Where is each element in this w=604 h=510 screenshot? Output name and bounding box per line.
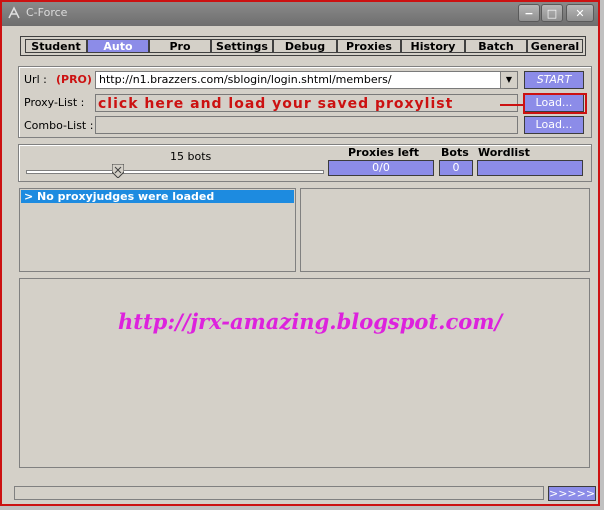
tab-pro[interactable]: Pro: [149, 39, 211, 53]
maximize-button[interactable]: □: [541, 4, 563, 22]
tab-general[interactable]: General: [527, 39, 583, 53]
bots-header: Bots: [441, 146, 469, 159]
tab-batch[interactable]: Batch: [465, 39, 527, 53]
proxies-left-value: 0/0: [328, 160, 434, 176]
minimize-button[interactable]: −: [518, 4, 540, 22]
list-item[interactable]: > No proxyjudges were loaded: [21, 190, 294, 203]
title-bar[interactable]: C-Force − □ ✕: [2, 2, 598, 26]
chevron-down-icon[interactable]: ▼: [500, 72, 517, 88]
tab-auto[interactable]: Auto: [87, 39, 149, 53]
hint-arrow-icon: [500, 104, 524, 106]
tab-proxies[interactable]: Proxies: [337, 39, 401, 53]
bots-count-label: 15 bots: [170, 150, 212, 163]
url-label: Url :: [24, 73, 47, 86]
tab-settings[interactable]: Settings: [211, 39, 273, 53]
close-icon: ✕: [575, 6, 585, 20]
pro-badge: (PRO): [56, 73, 92, 86]
proxyjudges-list[interactable]: > No proxyjudges were loaded: [19, 188, 296, 272]
bots-slider-track[interactable]: [26, 170, 324, 174]
window-title: C-Force: [26, 6, 68, 19]
tab-history[interactable]: History: [401, 39, 465, 53]
minimize-icon: −: [524, 6, 534, 20]
url-combobox[interactable]: http://n1.brazzers.com/sblogin/login.sht…: [95, 71, 518, 89]
tab-bar: Student Auto Pro Settings Debug Proxies …: [20, 36, 586, 56]
proxies-left-label: Proxies left: [348, 146, 420, 159]
status-bar: [14, 486, 544, 500]
tab-debug[interactable]: Debug: [273, 39, 337, 53]
tab-student[interactable]: Student: [25, 39, 87, 53]
load-combo-button[interactable]: Load...: [524, 116, 584, 134]
wordlist-progress-bar: [477, 160, 583, 176]
url-value: http://n1.brazzers.com/sblogin/login.sht…: [99, 73, 392, 86]
app-window: C-Force − □ ✕ Student Auto Pro Settings …: [0, 0, 600, 506]
combo-list-label: Combo-List :: [24, 119, 94, 132]
log-pane: [19, 278, 590, 468]
combo-list-field[interactable]: [95, 116, 518, 134]
more-button[interactable]: >>>>>: [548, 486, 596, 501]
load-highlight-box: [523, 93, 587, 114]
watermark-url: http://jrx-amazing.blogspot.com/: [118, 309, 503, 334]
start-button[interactable]: START: [524, 71, 584, 89]
proxy-list-label: Proxy-List :: [24, 96, 85, 109]
maximize-icon: □: [546, 6, 558, 20]
close-button[interactable]: ✕: [566, 4, 594, 22]
slider-thumb-icon[interactable]: [111, 164, 124, 178]
info-pane: [300, 188, 590, 272]
bots-value: 0: [439, 160, 473, 176]
app-logo-icon: [8, 6, 20, 19]
proxy-hint-annotation: click here and load your saved proxylist: [98, 96, 454, 112]
